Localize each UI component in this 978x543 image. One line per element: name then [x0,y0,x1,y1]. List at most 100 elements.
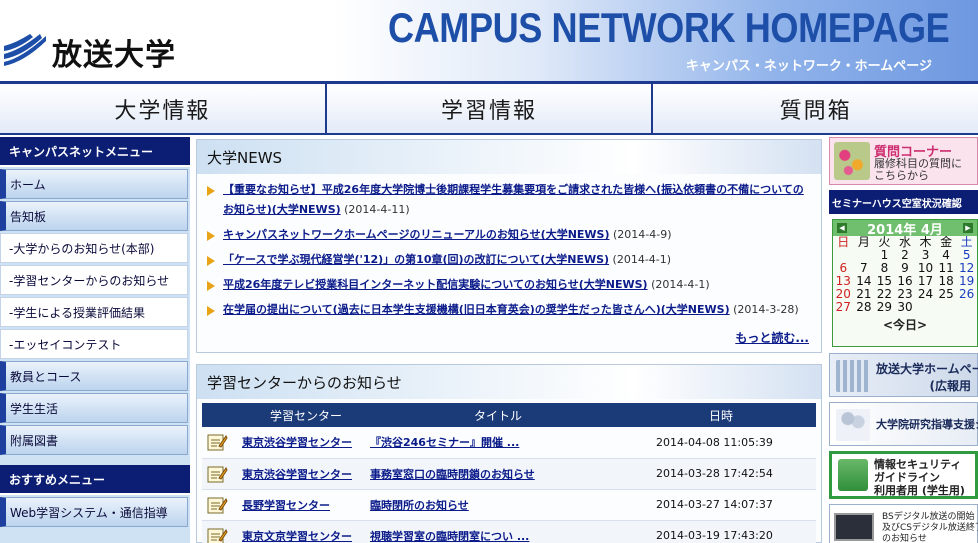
people-icon [836,409,870,441]
calendar-day[interactable]: 30 [895,301,916,314]
sidebar-item-class-evaluation[interactable]: -学生による授業評価結果 [0,297,188,327]
memo-icon [207,528,228,543]
title-link[interactable]: 臨時閉所のお知らせ [370,499,469,512]
calendar-day[interactable] [936,301,957,314]
news-item: 在学届の提出について(過去に日本学生支援機構(旧日本育英会)の奨学生だった皆さん… [207,300,811,320]
news-panel-title: 大学NEWS [197,140,821,174]
calendar-next-icon[interactable]: ▶ [963,223,973,233]
tv-icon [834,513,874,541]
campus-title: CAMPUS NETWORK HOMEPAGE [388,4,950,51]
seminar-house-link[interactable]: セミナーハウス空室状況確認 [829,190,978,214]
calendar-day[interactable] [956,301,977,314]
news-item: 「ケースで学ぶ現代経営学('12)」の第10章(回)の改訂について(大学NEWS… [207,250,811,270]
bs-digital-banner[interactable]: BSデジタル放送の開始 及びCSデジタル放送終了 のお知らせ [829,504,978,543]
table-header-title: タイトル [370,403,626,427]
center-link[interactable]: 東京渋谷学習センター [242,468,352,481]
center-link[interactable]: 東京渋谷学習センター [242,436,352,449]
university-news-panel: 大学NEWS 【重要なお知らせ】平成26年度大学院博士後期課程学生募集要項をご請… [196,139,822,353]
news-link[interactable]: 在学届の提出について(過去に日本学生支援機構(旧日本育英会)の奨学生だった皆さん… [223,303,730,316]
qa-text: 履修科目の質問に こちらから [874,158,962,182]
calendar-day[interactable]: 28 [854,301,875,314]
main-nav: 大学情報 学習情報 質問箱 [0,84,978,135]
calendar-grid: 日 月 火 水 木 金 土 1 2 3 4 5 6 7 8 9 10 11 12… [833,236,977,314]
title-link[interactable]: 視聴学習室の臨時閉室につい ... [370,530,529,543]
datetime-cell: 2014-03-19 17:43:20 [626,520,816,543]
calendar-day[interactable]: 26 [956,288,977,301]
calendar-day[interactable]: 29 [874,301,895,314]
calendar-day[interactable] [915,301,936,314]
calendar-month: 2014年 4月 [867,222,943,238]
memo-icon [207,466,228,482]
sidebar-item-center-notices[interactable]: -学習センターからのお知らせ [0,265,188,295]
news-link[interactable]: 【重要なお知らせ】平成26年度大学院博士後期課程学生募集要項をご請求された皆様へ… [223,183,804,216]
news-more-link[interactable]: もっと読む... [735,329,809,346]
page-root: 放送大学 CAMPUS NETWORK HOMEPAGE キャンパス・ネットワー… [0,0,978,543]
nav-university-info[interactable]: 大学情報 [0,84,327,133]
building-icon [836,360,870,392]
memo-icon [207,434,228,451]
sidebar-item-essay-contest[interactable]: -エッセイコンテスト [0,329,188,359]
news-item: 【重要なお知らせ】平成26年度大学院博士後期課程学生募集要項をご請求された皆様へ… [207,180,811,220]
title-link[interactable]: 『渋谷246セミナー』開催 ... [370,436,519,449]
security-line3: 利用者用 (学生用) [874,484,965,497]
calendar-day[interactable]: 25 [936,288,957,301]
calendar-day[interactable]: 24 [915,288,936,301]
sidebar-item-web-learning[interactable]: Web学習システム・通信指導 [0,497,188,527]
news-date: (2014-3-28) [733,303,799,316]
calendar-day[interactable]: 27 [833,301,854,314]
security-guideline-banner[interactable]: 情報セキュリティ ガイドライン 利用者用 (学生用) [829,451,978,499]
graduate-banner-text: 大学院研究指導支援システ [876,418,978,431]
nav-learning-info[interactable]: 学習情報 [326,84,654,133]
table-row: 東京文京学習センター 視聴学習室の臨時閉室につい ... 2014-03-19 … [202,520,816,543]
ouj-banner-line1: 放送大学ホームページ [876,362,978,376]
right-column: 質問コーナー 履修科目の質問に こちらから セミナーハウス空室状況確認 ◀ 20… [829,137,978,543]
news-link[interactable]: キャンパスネットワークホームページのリニューアルのお知らせ(大学NEWS) [223,228,610,241]
learning-center-table: 学習センター タイトル 日時 東京渋谷学習センター 『渋谷246セミナー』開催 … [202,403,816,543]
news-item: キャンパスネットワークホームページのリニューアルのお知らせ(大学NEWS) (2… [207,225,811,245]
flower-icon [834,142,870,180]
calendar-today-button[interactable]: <今日> [833,316,977,333]
site-logo[interactable]: 放送大学 [2,28,192,73]
title-link[interactable]: 事務室窓口の臨時閉鎖のお知らせ [370,468,535,481]
sidebar: キャンパスネットメニュー ホーム 告知板 -大学からのお知らせ(本部) -学習セ… [0,137,190,543]
sidebar-item-student-life[interactable]: 学生生活 [0,393,188,423]
calendar-prev-icon[interactable]: ◀ [837,223,847,233]
learning-center-panel: 学習センターからのお知らせ 学習センター タイトル 日時 東京渋谷学習センター … [196,364,822,543]
center-link[interactable]: 東京文京学習センター [242,530,352,543]
table-header-datetime: 日時 [626,403,816,427]
news-item: 平成26年度テレビ授業科目インターネット配信実験についてのお知らせ(大学NEWS… [207,275,811,295]
sidebar-item-notice-board[interactable]: 告知板 [0,201,188,231]
weekday: 日 [837,235,850,249]
ouj-homepage-banner[interactable]: 放送大学ホームページ (広報用 [829,353,978,397]
campus-subtitle: キャンパス・ネットワーク・ホームページ [685,59,932,74]
sidebar-heading-recommended: おすすめメニュー [0,465,190,495]
logo-wave-icon [4,34,46,66]
calendar-header: ◀ 2014年 4月 ▶ [833,220,977,238]
news-list: 【重要なお知らせ】平成26年度大学院博士後期課程学生募集要項をご請求された皆様へ… [197,174,821,320]
weekday: 月 [857,235,870,249]
sidebar-item-library[interactable]: 附属図書 [0,425,188,455]
news-link[interactable]: 平成26年度テレビ授業科目インターネット配信実験についてのお知らせ(大学NEWS… [223,278,648,291]
sidebar-item-faculty-courses[interactable]: 教員とコース [0,361,188,391]
site-header: 放送大学 CAMPUS NETWORK HOMEPAGE キャンパス・ネットワー… [0,0,978,84]
sidebar-item-university-notices[interactable]: -大学からのお知らせ(本部) [0,233,188,263]
news-date: (2014-4-9) [613,228,672,241]
center-link[interactable]: 長野学習センター [242,499,330,512]
calendar-week: 27 28 29 30 [833,301,977,314]
table-header-center: 学習センター [242,403,370,427]
news-link[interactable]: 「ケースで学ぶ現代経営学('12)」の第10章(回)の改訂について(大学NEWS… [223,253,609,266]
table-row: 東京渋谷学習センター 『渋谷246セミナー』開催 ... 2014-04-08 … [202,427,816,459]
security-icon [838,459,868,491]
sidebar-item-home[interactable]: ホーム [0,169,188,199]
calendar: ◀ 2014年 4月 ▶ 日 月 火 水 木 金 土 1 2 3 4 5 6 7… [832,219,978,347]
news-date: (2014-4-1) [612,253,672,266]
nav-question-box[interactable]: 質問箱 [653,84,978,133]
question-corner-banner[interactable]: 質問コーナー 履修科目の質問に こちらから [829,137,978,185]
datetime-cell: 2014-03-28 17:42:54 [626,458,816,490]
table-row: 長野学習センター 臨時閉所のお知らせ 2014-03-27 14:07:37 [202,489,816,521]
news-date: (2014-4-11) [344,203,410,216]
graduate-support-banner[interactable]: 大学院研究指導支援システ [829,402,978,446]
logo-text: 放送大学 [52,38,176,73]
qa-text-line2: こちらから [874,169,929,182]
news-date: (2014-4-1) [651,278,710,291]
